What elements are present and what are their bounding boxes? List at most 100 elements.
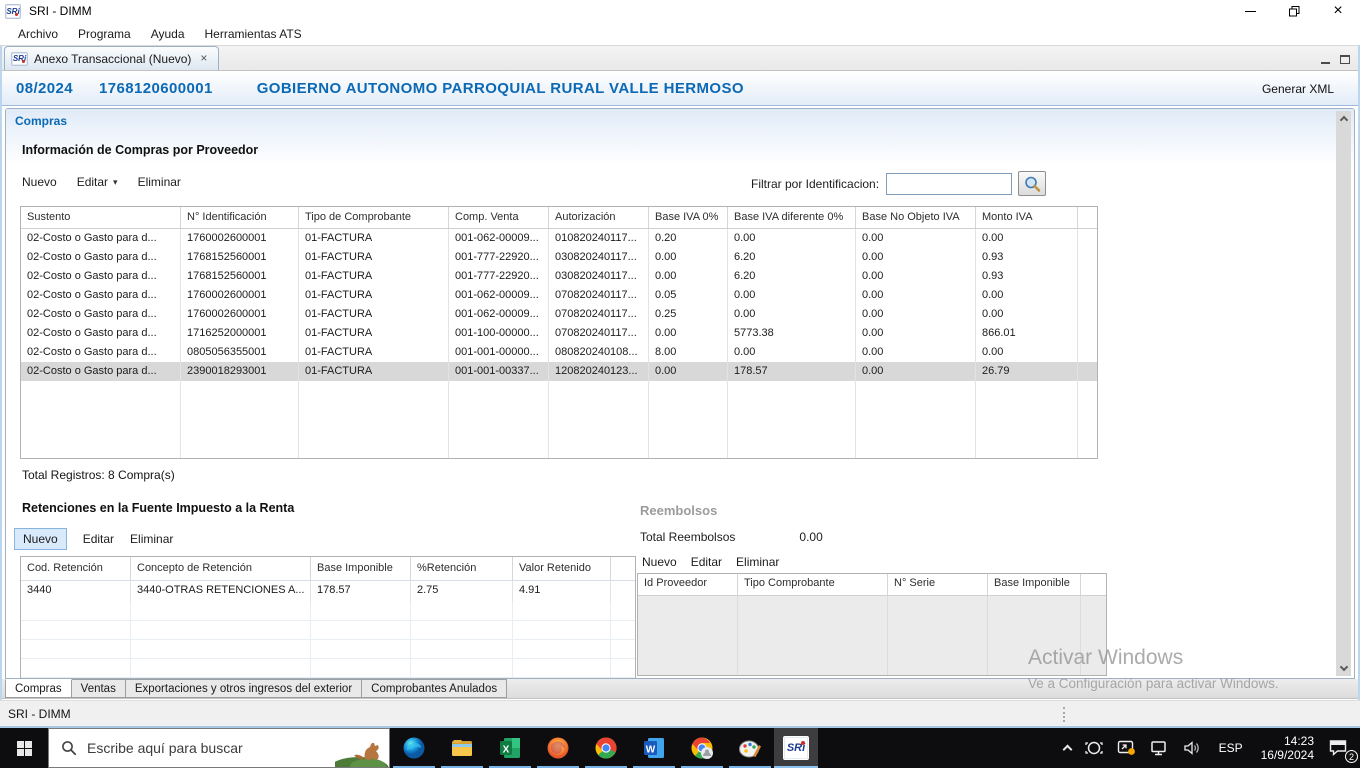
taskbar-sri-dimm[interactable]: SRi — [774, 728, 818, 768]
tab-ventas[interactable]: Ventas — [72, 679, 126, 698]
table-row[interactable]: 02-Costo o Gasto para d...08050563550010… — [21, 343, 1097, 362]
table-row[interactable]: 34403440-OTRAS RETENCIONES A...178.572.7… — [21, 581, 635, 602]
menu-herramientas-ats[interactable]: Herramientas ATS — [195, 24, 312, 44]
table-row[interactable]: 02-Costo o Gasto para d...17600026000010… — [21, 305, 1097, 324]
menu-archivo[interactable]: Archivo — [8, 24, 68, 44]
header-cell[interactable]: Base No Objeto IVA — [856, 207, 976, 228]
table-row — [21, 659, 635, 678]
compras-nuevo-button[interactable]: Nuevo — [22, 175, 57, 189]
filter-input[interactable] — [886, 173, 1012, 195]
tab-compras[interactable]: Compras — [5, 679, 72, 698]
header-cell[interactable]: N° Serie — [888, 574, 988, 595]
tab-close-icon[interactable]: × — [197, 51, 210, 66]
restore-button[interactable] — [1272, 0, 1316, 22]
taskbar-edge[interactable] — [390, 728, 438, 768]
language-indicator[interactable]: ESP — [1209, 728, 1253, 768]
header-cell[interactable]: Id Proveedor — [638, 574, 738, 595]
header-cell[interactable]: N° Identificación — [181, 207, 299, 228]
cell: 26.79 — [976, 362, 1078, 381]
scroll-up-button[interactable] — [1336, 111, 1351, 126]
tray-update-button[interactable] — [1110, 728, 1143, 768]
header-cell[interactable]: Base IVA 0% — [649, 207, 728, 228]
tray-camera-button[interactable] — [1078, 728, 1110, 768]
header-cell[interactable]: Concepto de Retención — [131, 557, 311, 580]
tray-expand-button[interactable] — [1057, 728, 1078, 768]
view-minimize-icon[interactable] — [1321, 62, 1330, 64]
generar-xml-button[interactable]: Generar XML — [1256, 79, 1340, 99]
menu-programa[interactable]: Programa — [68, 24, 141, 44]
cell: 178.57 — [728, 362, 856, 381]
cell — [181, 381, 299, 458]
action-center-button[interactable]: 2 — [1322, 728, 1360, 768]
cell — [299, 381, 449, 458]
status-grip — [1063, 707, 1065, 722]
declaration-header: 08/2024 1768120600001 GOBIERNO AUTONOMO … — [2, 72, 1358, 106]
table-row[interactable]: 02-Costo o Gasto para d...17600026000010… — [21, 229, 1097, 248]
taskbar-chrome-profile[interactable] — [678, 728, 726, 768]
retenciones-nuevo-button[interactable]: Nuevo — [14, 528, 67, 550]
cell: 02-Costo o Gasto para d... — [21, 286, 181, 305]
cell — [21, 621, 131, 639]
table-row[interactable]: 02-Costo o Gasto para d...17162520000010… — [21, 324, 1097, 343]
minimize-button[interactable] — [1228, 0, 1272, 22]
taskbar-paint[interactable] — [726, 728, 774, 768]
tab-anexo-transaccional[interactable]: SRi Anexo Transaccional (Nuevo) × — [4, 46, 219, 70]
taskbar-excel[interactable]: X — [486, 728, 534, 768]
clock[interactable]: 14:23 16/9/2024 — [1253, 728, 1322, 768]
cell: 0.00 — [976, 229, 1078, 248]
close-button[interactable]: × — [1316, 0, 1360, 22]
retenciones-editar-button[interactable]: Editar — [83, 532, 114, 546]
reembolsos-nuevo-button[interactable]: Nuevo — [642, 555, 677, 569]
cell — [513, 640, 611, 658]
taskbar-chrome[interactable] — [582, 728, 630, 768]
table-row[interactable]: 02-Costo o Gasto para d...23900182930010… — [21, 362, 1097, 381]
taskbar-firefox[interactable] — [534, 728, 582, 768]
start-button[interactable] — [0, 728, 48, 768]
compras-editar-button[interactable]: Editar▾ — [77, 175, 118, 189]
word-icon: W — [642, 736, 666, 760]
cell — [131, 602, 311, 620]
cell: 01-FACTURA — [299, 362, 449, 381]
header-cell[interactable]: Sustento — [21, 207, 181, 228]
retenciones-eliminar-button[interactable]: Eliminar — [130, 532, 173, 546]
header-cell[interactable]: Comp. Venta — [449, 207, 549, 228]
reembolsos-eliminar-button[interactable]: Eliminar — [736, 555, 779, 569]
reembolsos-toolbar: Nuevo Editar Eliminar — [642, 555, 779, 569]
taskbar-search[interactable]: Escribe aquí para buscar — [48, 728, 390, 768]
cell: 0.00 — [649, 267, 728, 286]
header-cell[interactable]: Monto IVA — [976, 207, 1078, 228]
scroll-down-button[interactable] — [1336, 661, 1351, 676]
header-cell[interactable]: Autorización — [549, 207, 649, 228]
table-row[interactable]: 02-Costo o Gasto para d...17600026000010… — [21, 286, 1097, 305]
table-row[interactable]: 02-Costo o Gasto para d...17681525600010… — [21, 267, 1097, 286]
taskbar-word[interactable]: W — [630, 728, 678, 768]
menu-ayuda[interactable]: Ayuda — [141, 24, 195, 44]
header-cell[interactable]: Base Imponible — [311, 557, 411, 580]
filter-search-button[interactable] — [1018, 171, 1046, 196]
tray-network-button[interactable] — [1143, 728, 1176, 768]
tab-comprobantes-anulados[interactable]: Comprobantes Anulados — [362, 679, 507, 698]
vertical-scrollbar[interactable] — [1336, 111, 1351, 676]
reembolsos-editar-button[interactable]: Editar — [691, 555, 722, 569]
tab-exportaciones[interactable]: Exportaciones y otros ingresos del exter… — [126, 679, 362, 698]
cell: 01-FACTURA — [299, 324, 449, 343]
table-row[interactable]: 02-Costo o Gasto para d...17681525600010… — [21, 248, 1097, 267]
taskbar-file-explorer[interactable] — [438, 728, 486, 768]
tray-volume-button[interactable] — [1176, 728, 1209, 768]
compras-eliminar-button[interactable]: Eliminar — [138, 175, 181, 189]
chevron-down-icon — [1339, 663, 1347, 671]
cell: 001-001-00000... — [449, 343, 549, 362]
cell: 0.00 — [856, 248, 976, 267]
cell — [976, 381, 1078, 458]
header-cell[interactable]: Tipo de Comprobante — [299, 207, 449, 228]
cell: 0.05 — [649, 286, 728, 305]
view-maximize-icon[interactable] — [1340, 55, 1350, 64]
header-cell[interactable]: %Retención — [411, 557, 513, 580]
header-cell[interactable]: Base IVA diferente 0% — [728, 207, 856, 228]
taskbar: Escribe aquí para buscar — [0, 728, 1360, 768]
header-cell[interactable]: Tipo Comprobante — [738, 574, 888, 595]
cell — [311, 659, 411, 677]
header-cell[interactable]: Base Imponible — [988, 574, 1081, 595]
header-cell[interactable]: Cod. Retención — [21, 557, 131, 580]
header-cell[interactable]: Valor Retenido — [513, 557, 611, 580]
